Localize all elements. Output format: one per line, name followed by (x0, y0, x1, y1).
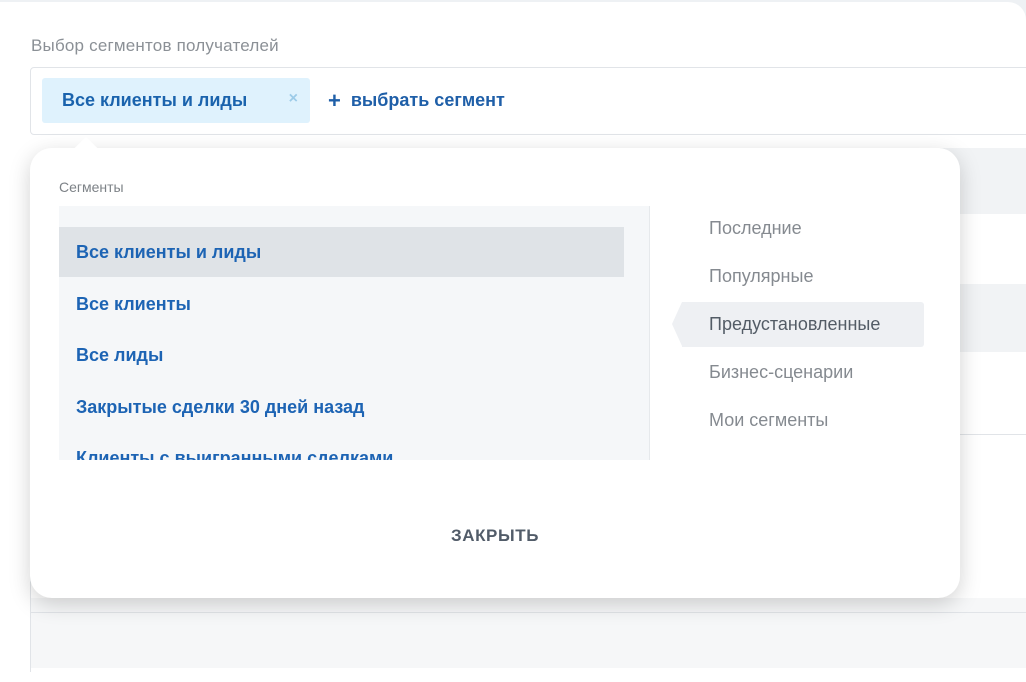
background-editor (30, 598, 1026, 668)
segment-item[interactable]: Клиенты с выигранными сделками (59, 433, 624, 461)
category-item-preset[interactable]: Предустановленные (709, 314, 880, 335)
chip-label: Все клиенты и лиды (62, 90, 248, 110)
close-icon[interactable]: × (289, 90, 298, 108)
segment-item-selected[interactable]: Все клиенты и лиды (59, 227, 624, 277)
selected-segment-chip[interactable]: Все клиенты и лиды × (42, 78, 310, 123)
field-label: Выбор сегментов получателей (31, 36, 279, 55)
segment-selector-field[interactable]: Все клиенты и лиды × + выбрать сегмент (30, 67, 1026, 135)
segments-popup: Сегменты Все клиенты и лиды Все клиенты … (30, 136, 960, 598)
segment-list[interactable]: Все клиенты и лиды Все клиенты Все лиды … (59, 206, 650, 460)
background-divider (30, 612, 1026, 613)
add-segment-button[interactable]: + выбрать сегмент (328, 87, 505, 113)
category-item-recent[interactable]: Последние (709, 218, 802, 239)
segment-item[interactable]: Все клиенты (59, 279, 624, 329)
popup-title: Сегменты (59, 179, 124, 195)
category-item-my-segments[interactable]: Мои сегменты (709, 410, 828, 431)
segment-item[interactable]: Все лиды (59, 330, 624, 380)
segment-item[interactable]: Закрытые сделки 30 дней назад (59, 382, 624, 432)
category-item-popular[interactable]: Популярные (709, 266, 813, 287)
add-segment-label: выбрать сегмент (350, 90, 505, 110)
category-item-business[interactable]: Бизнес-сценарии (709, 362, 853, 383)
plus-icon: + (328, 87, 341, 113)
close-button[interactable]: ЗАКРЫТЬ (420, 526, 570, 550)
